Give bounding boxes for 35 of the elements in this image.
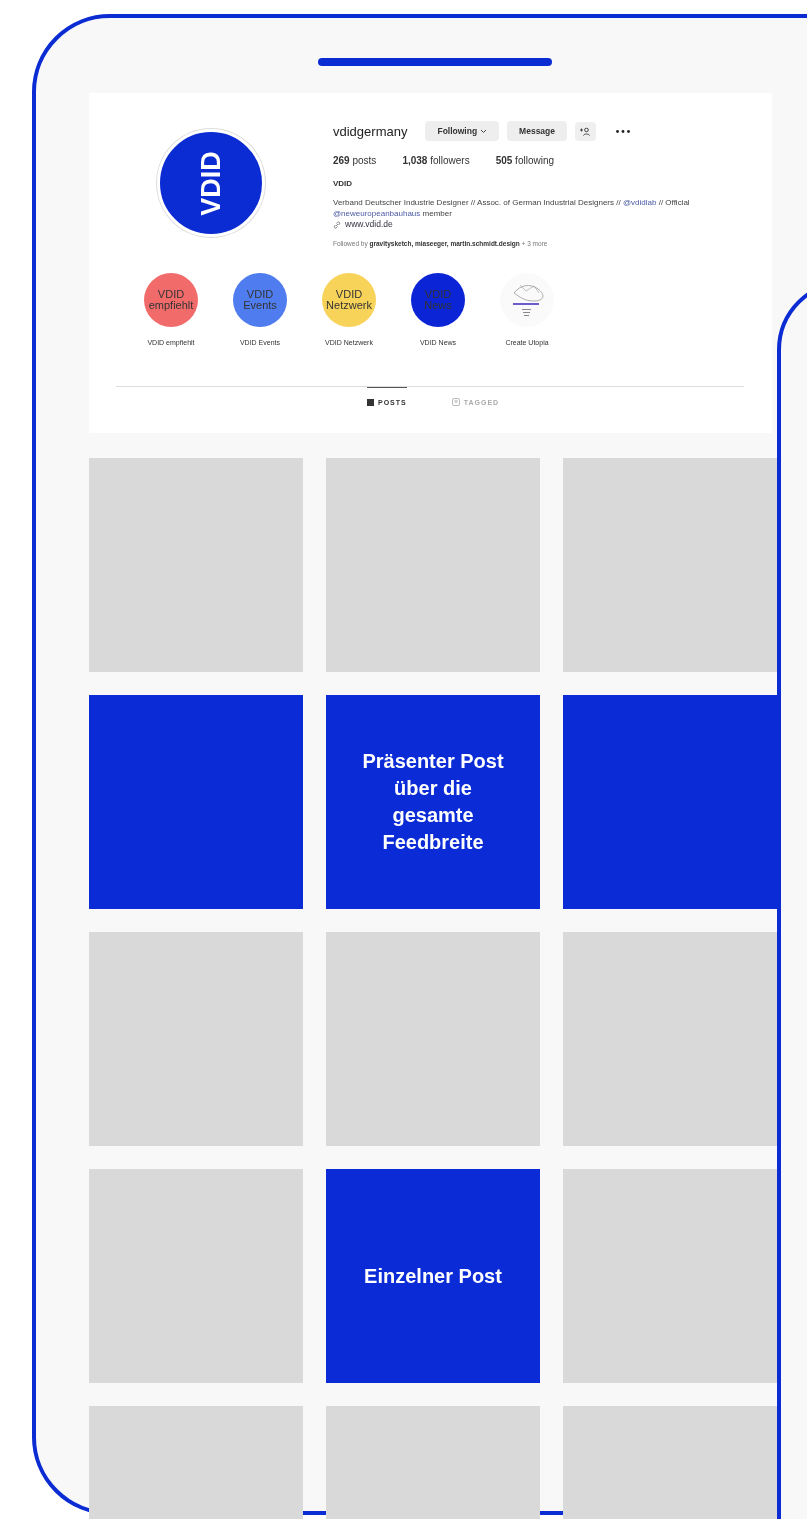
placeholder-tile[interactable] (89, 932, 303, 1146)
bio-text: Verband Deutscher Industrie Designer // Assoc. of German Industrial Designers // @vdidlab // Official @neweuropeanbauhaus member www.vdid.de (333, 197, 691, 230)
post-caption: Präsenter Post über die gesamte Feedbreite (361, 749, 505, 855)
mention-link[interactable]: @neweuropeanbauhaus (333, 209, 421, 218)
tag-icon (451, 398, 460, 406)
link-icon (333, 220, 341, 229)
avatar-logo-text: VDID (195, 150, 227, 216)
more-icon (616, 129, 631, 133)
placeholder-tile[interactable] (563, 458, 777, 672)
post-tile[interactable]: Einzelner Post (326, 1169, 540, 1383)
profile-stat[interactable]: 1,038 followers (402, 155, 470, 166)
add-person-button[interactable] (575, 121, 597, 141)
placeholder-tile[interactable] (563, 1169, 777, 1383)
post-caption: Einzelner Post (363, 1263, 503, 1289)
highlight-cover[interactable]: VDID Netzwerk (322, 273, 376, 327)
post-tile[interactable] (563, 695, 777, 909)
profile-stat[interactable]: 505 following (495, 155, 555, 166)
mention-link[interactable]: @vdidlab (622, 198, 657, 207)
following-button[interactable]: Following (425, 121, 500, 141)
profile-stat[interactable]: 269 posts (333, 155, 377, 166)
post-tile[interactable]: Präsenter Post über die gesamte Feedbreite (326, 695, 540, 909)
highlight-cover[interactable]: VDID empfiehlt (144, 273, 198, 327)
add-person-icon (580, 126, 592, 136)
placeholder-tile[interactable] (89, 1169, 303, 1383)
profile-name: VDID (333, 179, 354, 188)
placeholder-tile[interactable] (89, 458, 303, 672)
grid-icon (367, 398, 374, 406)
placeholder-tile[interactable] (326, 458, 540, 672)
placeholder-tile[interactable] (326, 932, 540, 1146)
website-link[interactable]: www.vdid.de (345, 219, 393, 230)
placeholder-tile[interactable] (563, 932, 777, 1146)
message-button[interactable]: Message (507, 121, 568, 141)
post-tile[interactable] (89, 695, 303, 909)
chevron-icon (480, 128, 488, 134)
username: vdidgermany (333, 123, 408, 139)
